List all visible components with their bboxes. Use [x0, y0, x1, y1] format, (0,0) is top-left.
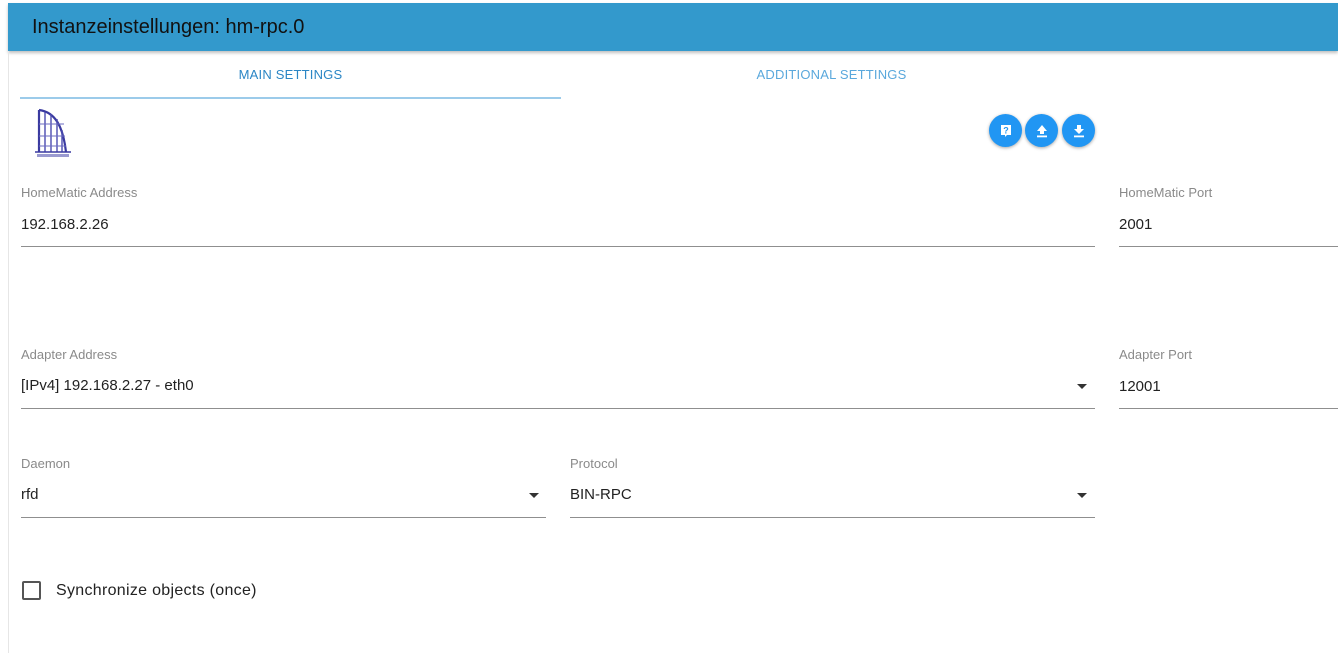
homematic-logo — [35, 108, 71, 157]
page-title: Instanzeinstellungen: hm-rpc.0 — [32, 16, 305, 38]
adapter-port-input[interactable]: 12001 — [1119, 378, 1161, 395]
homematic-address-label: HomeMatic Address — [21, 185, 138, 200]
homematic-port-label: HomeMatic Port — [1119, 185, 1213, 200]
sync-objects-checkbox[interactable] — [22, 581, 41, 600]
settings-panel: MAIN SETTINGS ADDITIONAL SETTINGS ? Home… — [8, 51, 1338, 653]
homematic-port-input[interactable]: 2001 — [1119, 216, 1152, 233]
daemon-dropdown-icon[interactable] — [529, 493, 539, 498]
svg-text:?: ? — [1003, 125, 1009, 135]
protocol-dropdown-icon[interactable] — [1077, 493, 1087, 498]
active-tab-indicator — [20, 97, 561, 99]
protocol-label: Protocol — [570, 456, 618, 471]
adapter-port-underline — [1119, 408, 1338, 409]
upload-button[interactable] — [1025, 114, 1058, 147]
download-button[interactable] — [1062, 114, 1095, 147]
title-bar: Instanzeinstellungen: hm-rpc.0 — [8, 3, 1338, 51]
daemon-label: Daemon — [21, 456, 71, 471]
adapter-address-underline — [21, 408, 1095, 409]
daemon-select[interactable]: rfd — [21, 486, 39, 503]
adapter-address-dropdown-icon[interactable] — [1077, 384, 1087, 389]
daemon-underline — [21, 517, 546, 518]
help-icon: ? — [1000, 124, 1011, 137]
help-button[interactable]: ? — [989, 114, 1022, 147]
adapter-port-label: Adapter Port — [1119, 347, 1192, 362]
protocol-underline — [570, 517, 1095, 518]
upload-icon — [1036, 124, 1047, 137]
protocol-select[interactable]: BIN-RPC — [570, 486, 632, 503]
homematic-address-input[interactable]: 192.168.2.26 — [21, 216, 109, 233]
download-icon — [1073, 124, 1084, 137]
homematic-address-underline — [21, 246, 1095, 247]
homematic-port-underline — [1119, 246, 1338, 247]
tab-main-settings[interactable]: MAIN SETTINGS — [20, 67, 561, 82]
adapter-address-label: Adapter Address — [21, 347, 118, 362]
tab-additional-settings[interactable]: ADDITIONAL SETTINGS — [561, 67, 1102, 82]
sync-objects-label[interactable]: Synchronize objects (once) — [56, 582, 257, 600]
adapter-address-select[interactable]: [IPv4] 192.168.2.27 - eth0 — [21, 377, 194, 394]
